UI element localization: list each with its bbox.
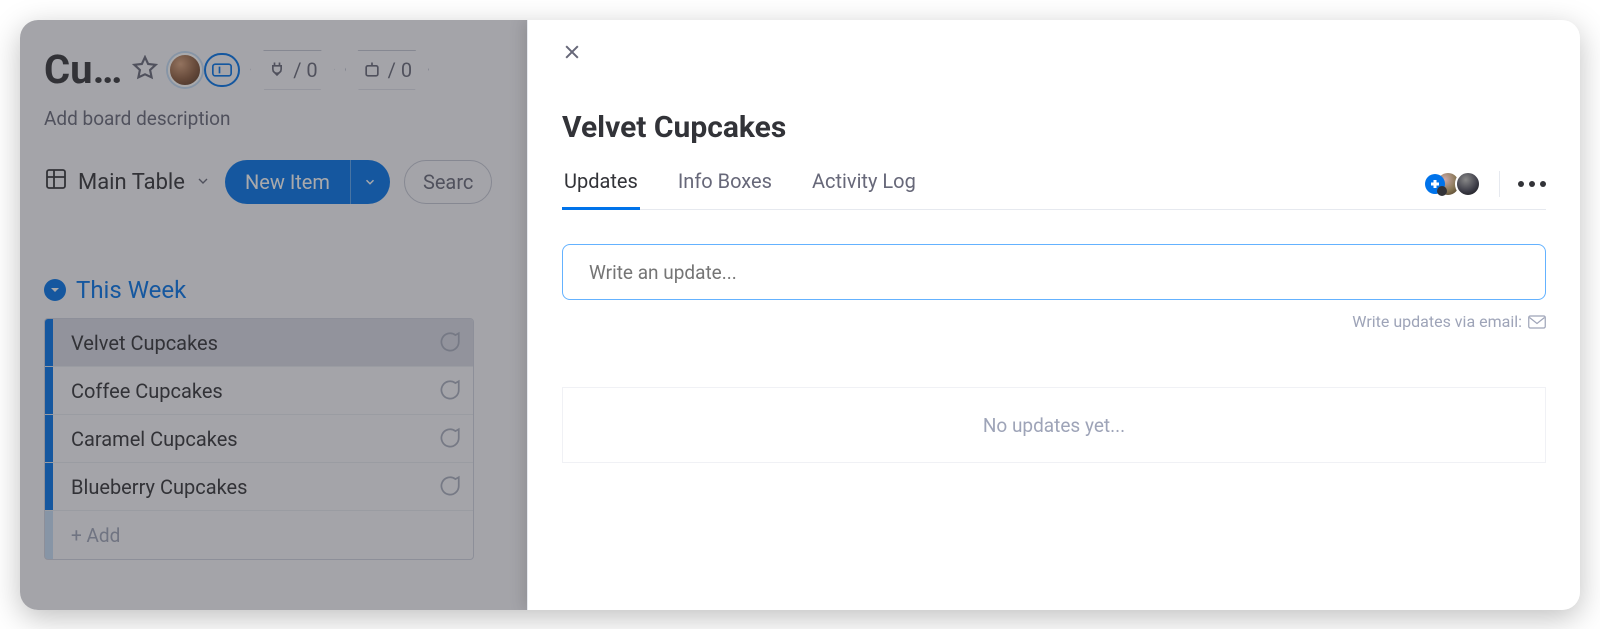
automations-count: / 0 <box>388 58 412 82</box>
plug-icon <box>267 60 287 80</box>
updates-empty-state: No updates yet... <box>562 387 1546 463</box>
more-menu-icon[interactable] <box>1518 181 1546 187</box>
new-item-label: New Item <box>225 170 350 194</box>
board-view-badge[interactable] <box>204 53 240 87</box>
chevron-down-icon <box>195 170 211 195</box>
panel-title[interactable]: Velvet Cupcakes <box>562 110 1546 145</box>
owner-avatar[interactable] <box>168 53 202 87</box>
conversation-icon[interactable] <box>425 474 473 500</box>
email-note-text: Write updates via email: <box>1352 312 1522 331</box>
add-person-icon[interactable] <box>1425 174 1445 194</box>
row-color-bar <box>45 319 53 366</box>
add-item-label: + Add <box>53 524 473 547</box>
robot-icon <box>362 60 382 80</box>
conversation-icon[interactable] <box>425 378 473 404</box>
row-color-bar <box>45 415 53 462</box>
divider <box>1499 171 1500 197</box>
conversation-icon[interactable] <box>425 426 473 452</box>
board-title[interactable]: Cu… <box>44 46 122 93</box>
group-title: This Week <box>76 276 186 304</box>
new-item-button[interactable]: New Item <box>225 160 390 204</box>
table-row[interactable]: Caramel Cupcakes <box>45 415 473 463</box>
new-item-caret[interactable] <box>350 160 390 204</box>
row-color-bar <box>45 463 53 510</box>
view-selector[interactable]: Main Table <box>44 167 211 197</box>
envelope-icon <box>1528 315 1546 329</box>
search-input[interactable]: Searc <box>404 160 492 204</box>
view-label: Main Table <box>78 170 185 195</box>
item-name[interactable]: Caramel Cupcakes <box>53 427 425 451</box>
group-collapse-icon[interactable] <box>44 279 66 301</box>
integrations-count: / 0 <box>293 58 317 82</box>
board-description-placeholder[interactable]: Add board description <box>44 107 507 130</box>
people-column[interactable] <box>1425 171 1481 197</box>
board-area: Cu… / 0 / 0 Add board description <box>20 20 527 610</box>
update-input[interactable] <box>562 244 1546 300</box>
integrations-chip[interactable]: / 0 <box>250 50 334 90</box>
tab-info-boxes[interactable]: Info Boxes <box>676 169 774 209</box>
item-panel: Velvet Cupcakes Updates Info Boxes Activ… <box>527 20 1580 610</box>
item-name[interactable]: Velvet Cupcakes <box>53 331 425 355</box>
table-row[interactable]: Velvet Cupcakes <box>45 319 473 367</box>
table-row[interactable]: Blueberry Cupcakes <box>45 463 473 511</box>
close-button[interactable] <box>562 42 586 66</box>
item-name[interactable]: Coffee Cupcakes <box>53 379 425 403</box>
row-color-bar <box>45 511 53 559</box>
item-rows: Velvet Cupcakes Coffee Cupcakes Caramel … <box>44 318 474 560</box>
group-header[interactable]: This Week <box>44 276 507 304</box>
star-icon[interactable] <box>132 55 158 85</box>
tab-activity-log[interactable]: Activity Log <box>810 169 918 209</box>
table-row[interactable]: Coffee Cupcakes <box>45 367 473 415</box>
add-item-row[interactable]: + Add <box>45 511 473 559</box>
conversation-icon[interactable] <box>425 330 473 356</box>
automations-chip[interactable]: / 0 <box>345 50 429 90</box>
table-icon <box>44 167 68 197</box>
row-color-bar <box>45 367 53 414</box>
empty-text: No updates yet... <box>983 414 1125 437</box>
person-avatar[interactable] <box>1455 171 1481 197</box>
tab-updates[interactable]: Updates <box>562 169 640 210</box>
item-name[interactable]: Blueberry Cupcakes <box>53 475 425 499</box>
email-updates-link[interactable]: Write updates via email: <box>562 312 1546 331</box>
search-placeholder: Searc <box>423 170 473 194</box>
